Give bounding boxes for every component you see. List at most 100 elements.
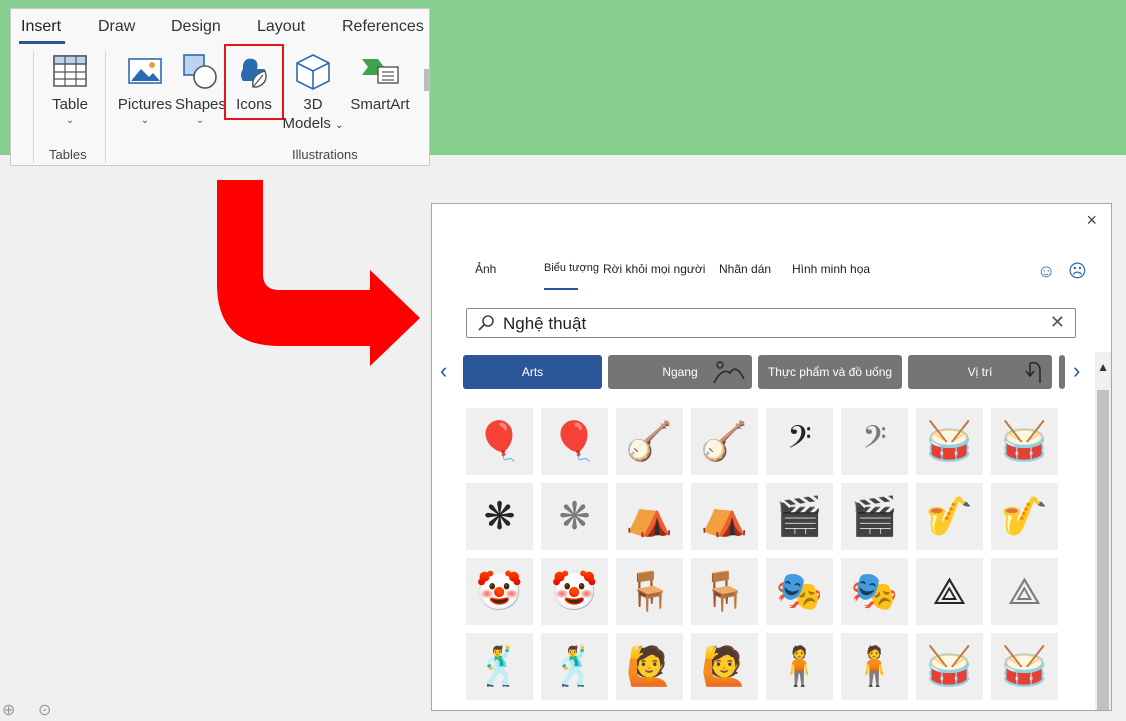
mannequin-outline-icon: 🕺 xyxy=(550,645,599,688)
tab-draw[interactable]: Draw xyxy=(98,18,135,36)
icon-tile[interactable]: 🤡 xyxy=(466,558,533,625)
icon-tile[interactable]: 🎷 xyxy=(916,483,983,550)
mannequin-icon: 🕺 xyxy=(475,645,524,688)
icon-tile[interactable]: ⛺ xyxy=(691,483,758,550)
category-chip-arts[interactable]: Arts xyxy=(463,355,602,389)
icon-tile[interactable]: 🪕 xyxy=(691,408,758,475)
icon-tile[interactable]: 🎭 xyxy=(841,558,908,625)
chinese-knot-outline-icon: ❋ xyxy=(558,495,591,538)
icon-tile[interactable]: 🕺 xyxy=(541,633,608,700)
chevron-right-icon[interactable]: › xyxy=(1073,358,1080,384)
icon-tile[interactable]: 🙋 xyxy=(616,633,683,700)
icon-tile[interactable]: 🥁 xyxy=(991,633,1058,700)
shapes-button[interactable]: Shapes ⌄ xyxy=(175,53,226,126)
clarinet-outline-icon: 🎷 xyxy=(1000,495,1049,538)
search-input[interactable]: Nghệ thuật ✕ xyxy=(466,308,1076,338)
category-label: Ngang xyxy=(662,365,698,379)
clapperboard-icon: 🎬 xyxy=(775,495,824,538)
category-chip-partial[interactable] xyxy=(1059,355,1065,389)
group-label-tables: Tables xyxy=(49,147,87,162)
tab-cutout-people[interactable]: Rời khỏi mọi người xyxy=(603,262,705,276)
more-icon[interactable]: ⊙ xyxy=(38,700,51,720)
tab-stickers[interactable]: Nhãn dán xyxy=(719,262,771,276)
circus-tent-icon: ⛺ xyxy=(625,495,674,538)
tab-references[interactable]: References xyxy=(342,18,424,36)
smile-feedback-icon[interactable]: ☺ xyxy=(1037,261,1055,282)
director-chair-outline-icon: 🪑 xyxy=(700,570,749,613)
icon-tile[interactable]: 🧍 xyxy=(841,633,908,700)
icon-tile[interactable]: 🤡 xyxy=(541,558,608,625)
icon-tile[interactable]: 🕺 xyxy=(466,633,533,700)
tab-layout[interactable]: Layout xyxy=(257,18,305,36)
icon-tile[interactable]: 🥁 xyxy=(916,408,983,475)
clown-outline-icon: 🤡 xyxy=(550,570,599,613)
chevron-down-icon: ⌄ xyxy=(335,120,344,131)
ribbon-tabs: Insert Draw Design Layout References xyxy=(11,9,429,45)
tab-images[interactable]: Ảnh xyxy=(475,262,496,276)
icon-tile[interactable]: 𝄢 xyxy=(841,408,908,475)
chevron-down-icon: ⌄ xyxy=(195,115,205,126)
tab-illustrations[interactable]: Hình minh họa xyxy=(792,262,870,276)
compass-outline-icon: ⟁ xyxy=(1007,570,1042,613)
mannequin-hands-hips-icon: 🧍 xyxy=(775,645,824,688)
active-tab-indicator xyxy=(19,41,65,44)
icon-tile[interactable]: ❋ xyxy=(541,483,608,550)
icon-tile[interactable]: 🪑 xyxy=(616,558,683,625)
icon-tile[interactable]: 🪑 xyxy=(691,558,758,625)
category-chip-food-drink[interactable]: Thực phẩm và đồ uống xyxy=(758,355,902,389)
clapperboard-outline-icon: 🎬 xyxy=(850,495,899,538)
frown-feedback-icon[interactable]: ☹ xyxy=(1068,261,1087,282)
chevron-left-icon[interactable]: ‹ xyxy=(440,358,447,384)
search-value: Nghệ thuật xyxy=(503,314,587,333)
icon-tile[interactable]: ❋ xyxy=(466,483,533,550)
shapes-label: Shapes xyxy=(175,96,226,113)
icon-tile[interactable]: 🥁 xyxy=(991,408,1058,475)
icon-tile[interactable]: 🎭 xyxy=(766,558,833,625)
balloon-dog-icon: 🎈 xyxy=(475,420,524,463)
icon-tile[interactable]: 🪕 xyxy=(616,408,683,475)
compass-icon: ⟁ xyxy=(932,570,967,613)
icon-tile[interactable]: 🙋 xyxy=(691,633,758,700)
red-arrow-icon xyxy=(217,180,420,366)
circus-tent-outline-icon: ⛺ xyxy=(700,495,749,538)
3d-models-label-line2: Models ⌄ xyxy=(282,115,344,132)
3d-models-label-line1: 3D xyxy=(303,96,323,113)
category-chip-ngang[interactable]: Ngang xyxy=(608,355,752,389)
icon-tile[interactable]: 🥁 xyxy=(916,633,983,700)
smartart-icon xyxy=(362,59,399,84)
tab-insert[interactable]: Insert xyxy=(21,18,61,36)
scrollbar-thumb[interactable] xyxy=(1097,390,1109,710)
banjo-icon: 🪕 xyxy=(625,420,674,463)
tab-icons[interactable]: Biểu tượng xyxy=(544,262,599,274)
chart-button-partial[interactable] xyxy=(424,69,429,91)
table-button[interactable]: Table ⌄ xyxy=(51,53,89,126)
smartart-button[interactable]: SmartArt xyxy=(349,53,411,113)
3d-models-button[interactable]: 3D Models ⌄ xyxy=(281,53,345,132)
close-icon[interactable]: × xyxy=(1086,210,1097,231)
icon-tile[interactable]: 🎷 xyxy=(991,483,1058,550)
shapes-icon xyxy=(183,54,217,89)
icon-tile[interactable]: ⟁ xyxy=(991,558,1058,625)
icon-tile[interactable]: ⟁ xyxy=(916,558,983,625)
bass-clef-outline-icon: 𝄢 xyxy=(862,420,887,463)
zoom-icon[interactable]: ⊕ xyxy=(2,700,15,720)
bass-clef-icon: 𝄢 xyxy=(787,420,812,463)
cube-icon xyxy=(296,54,330,90)
category-label: Thực phẩm và đồ uống xyxy=(767,365,893,379)
icon-tile[interactable]: 🧍 xyxy=(766,633,833,700)
icon-tile[interactable]: 🎬 xyxy=(841,483,908,550)
icons-highlight-box xyxy=(224,44,284,120)
scroll-up-icon[interactable]: ▲ xyxy=(1097,360,1109,374)
chinese-knot-icon: ❋ xyxy=(483,495,516,538)
category-chip-location[interactable]: Vị trí xyxy=(908,355,1052,389)
icon-tile[interactable]: ⛺ xyxy=(616,483,683,550)
mannequin-hands-hips-outline-icon: 🧍 xyxy=(850,645,899,688)
chevron-down-icon: ⌄ xyxy=(65,115,75,126)
icon-tile[interactable]: 🎈 xyxy=(466,408,533,475)
pictures-button[interactable]: Pictures ⌄ xyxy=(117,53,173,126)
icon-tile[interactable]: 𝄢 xyxy=(766,408,833,475)
tab-design[interactable]: Design xyxy=(171,18,221,36)
clear-search-icon[interactable]: ✕ xyxy=(1050,312,1065,333)
icon-tile[interactable]: 🎬 xyxy=(766,483,833,550)
icon-tile[interactable]: 🎈 xyxy=(541,408,608,475)
